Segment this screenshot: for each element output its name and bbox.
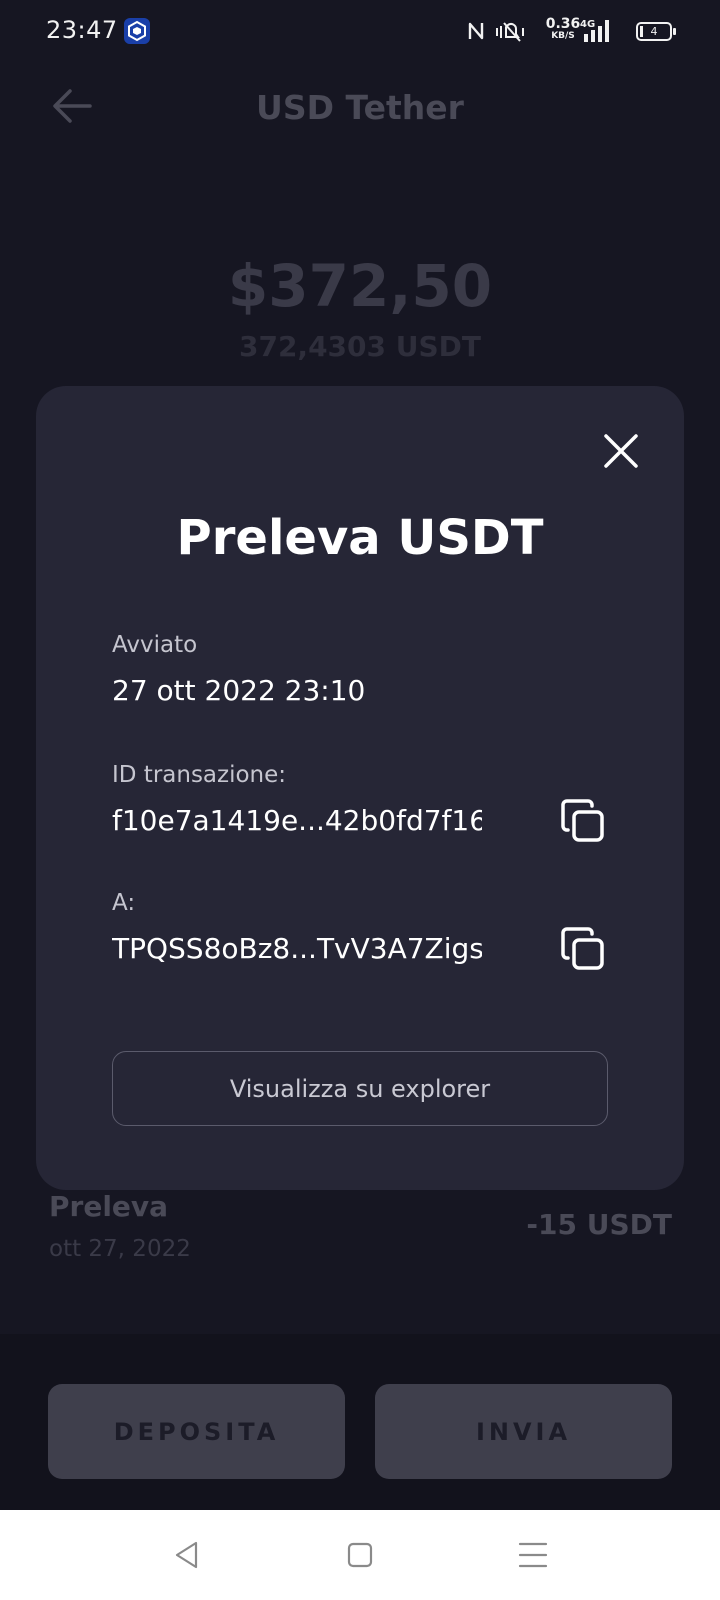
withdraw-detail-modal: Preleva USDT Avviato 27 ott 2022 23:10 I… [36,386,684,1190]
view-on-explorer-button[interactable]: Visualizza su explorer [112,1051,608,1126]
signal-icon: 4G [580,19,609,42]
deposit-button[interactable]: DEPOSITA [48,1384,345,1479]
status-bar: 23:47 0.36 KB/S 4G 4 [0,0,720,64]
copy-address-icon[interactable] [560,926,606,972]
send-button[interactable]: INVIA [375,1384,672,1479]
started-label: Avviato [112,632,198,658]
balance-crypto: 372,4303 USDT [238,330,481,363]
to-address-value: TPQSS8oBz8...TvV3A7Zigs [112,932,482,965]
modal-title: Preleva USDT [176,510,544,566]
svg-text:4G: 4G [580,19,595,30]
transaction-date: ott 27, 2022 [49,1236,191,1262]
close-icon[interactable] [602,432,640,470]
home-square-icon[interactable] [343,1538,377,1572]
net-speed: 0.36 KB/S [545,17,581,42]
nfc-icon [468,22,484,40]
app-badge-icon [124,18,150,44]
copy-tx-id-icon[interactable] [560,798,606,844]
screen-title: USD Tether [256,88,464,127]
battery-level: 4 [650,25,658,38]
transaction-amount: -15 USDT [526,1208,672,1241]
menu-lines-icon[interactable] [516,1538,550,1572]
to-label: A: [112,890,136,916]
vibrate-mute-icon [496,22,524,42]
balance-fiat: $372,50 [227,252,493,320]
back-triangle-icon[interactable] [170,1538,204,1572]
tx-id-value: f10e7a1419e...42b0fd7f16 [112,804,482,837]
system-nav-bar [0,1510,720,1600]
started-value: 27 ott 2022 23:10 [112,674,366,707]
transaction-label: Preleva [49,1190,169,1223]
tx-id-label: ID transazione: [112,762,287,788]
status-time: 23:47 [46,16,118,44]
battery-icon: 4 [636,22,676,41]
